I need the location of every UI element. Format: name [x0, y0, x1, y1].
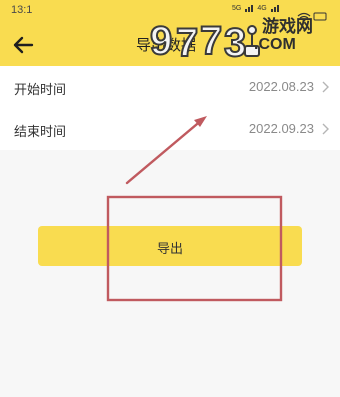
start-time-row[interactable]: 开始时间 2022.08.23 — [0, 66, 340, 111]
logo-digit: 3 — [224, 21, 246, 65]
logo-digit: 9 — [150, 19, 172, 63]
app-header: 13:1 5G 4G 导出数据 9 7 7 3 游戏网 .COM — [0, 0, 340, 66]
logo-digit: 7 — [200, 19, 222, 63]
arrow-left-icon[interactable] — [12, 35, 34, 55]
end-time-label: 结束时间 — [14, 125, 67, 140]
status-time: 13:1 — [11, 4, 33, 16]
end-time-row[interactable]: 结束时间 2022.09.23 — [0, 108, 340, 150]
watermark-logo-text: 游戏网 .COM — [254, 17, 313, 53]
export-button[interactable]: 导出 — [38, 226, 302, 266]
chevron-right-icon — [322, 81, 329, 93]
battery-icon — [313, 12, 327, 21]
export-button-label: 导出 — [156, 242, 183, 257]
end-time-value: 2022.09.23 — [248, 121, 314, 136]
start-time-value: 2022.08.23 — [248, 79, 314, 94]
start-time-label: 开始时间 — [14, 83, 67, 98]
logo-digit: 7 — [176, 21, 198, 65]
chevron-right-icon — [322, 123, 329, 135]
